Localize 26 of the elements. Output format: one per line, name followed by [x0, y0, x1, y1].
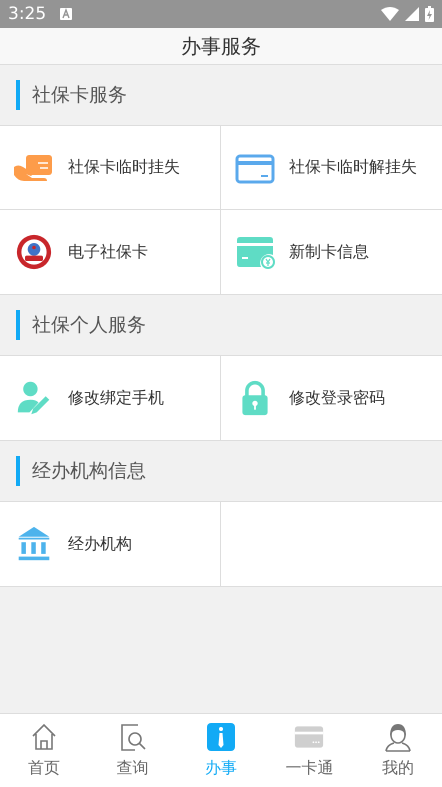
card-yuan-icon [235, 234, 275, 270]
service-item[interactable]: 修改绑定手机 [0, 356, 221, 440]
nav-tab[interactable]: 我的 [354, 714, 442, 787]
wifi-icon [381, 7, 399, 21]
service-item[interactable]: 社保卡临时解挂失 [221, 126, 442, 210]
section-marker [16, 456, 20, 486]
status-time: 3:25 [8, 4, 46, 24]
battery-charging-icon [425, 6, 434, 22]
nav-tab[interactable]: 首页 [0, 714, 88, 787]
tie-icon [206, 722, 236, 752]
section-marker [16, 310, 20, 340]
service-item[interactable]: 社保卡临时挂失 [0, 126, 221, 210]
service-item[interactable]: 电子社保卡 [0, 210, 221, 294]
notification-icon [60, 8, 72, 20]
nav-tab[interactable]: 一卡通 [265, 714, 354, 787]
user-icon [382, 722, 413, 752]
section-title: 经办机构信息 [32, 459, 146, 484]
page-title: 办事服务 [181, 32, 261, 60]
seal-icon [14, 234, 54, 270]
section-marker [16, 80, 20, 110]
nav-tab[interactable]: 查询 [88, 714, 177, 787]
service-item[interactable]: 新制卡信息 [221, 210, 442, 294]
signal-icon [405, 7, 419, 21]
section-title: 社保个人服务 [32, 313, 146, 338]
service-item[interactable]: 修改登录密码 [221, 356, 442, 440]
section-title: 社保卡服务 [32, 83, 127, 108]
